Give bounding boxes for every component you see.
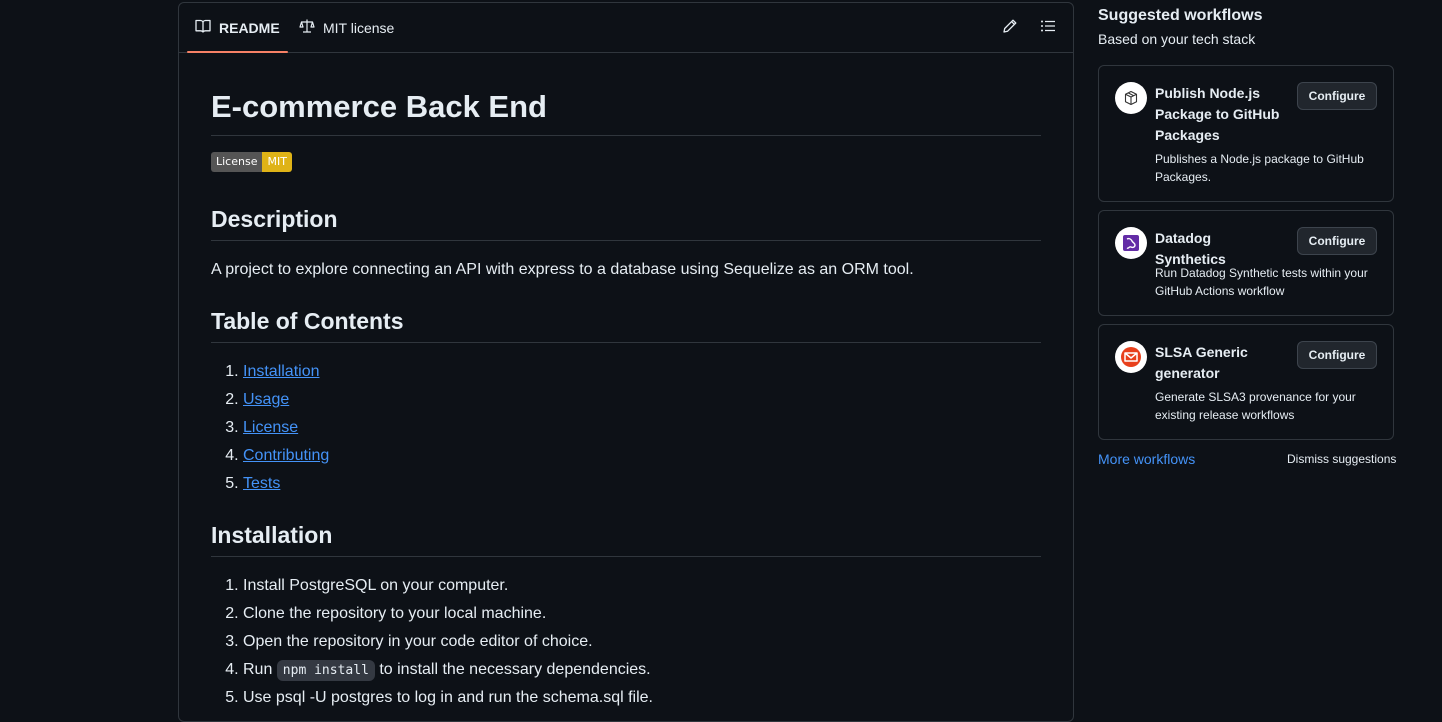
inline-code: npm install (276, 660, 375, 681)
toc-link-installation[interactable]: Installation (243, 363, 320, 380)
tab-readme[interactable]: README (187, 3, 288, 53)
toc-heading: Table of Contents (211, 306, 1041, 343)
readme-header: README MIT license (179, 3, 1073, 53)
list-item: Contributing (243, 442, 329, 470)
suggested-workflows-title: Suggested workflows (1098, 7, 1263, 24)
badge-label: License (211, 152, 263, 172)
badge-value: MIT (262, 152, 292, 172)
description-heading: Description (211, 204, 1041, 241)
step-text: to install the necessary dependencies. (374, 661, 651, 678)
toc-link-usage[interactable]: Usage (243, 391, 289, 408)
installation-heading: Installation (211, 520, 1041, 557)
workflow-description: Run Datadog Synthetic tests within your … (1155, 266, 1368, 298)
list-item: Run npm install to install the necessary… (243, 656, 653, 684)
installation-steps: Install PostgreSQL on your computer. Clo… (211, 572, 653, 712)
workflow-description: Publishes a Node.js package to GitHub Pa… (1155, 152, 1364, 184)
list-item: Tests (243, 470, 329, 498)
edit-file-button[interactable] (999, 17, 1021, 39)
tab-license-label: MIT license (323, 19, 395, 36)
dismiss-suggestions-button[interactable]: Dismiss suggestions (1287, 452, 1396, 466)
list-item: Usage (243, 386, 329, 414)
datadog-icon (1115, 227, 1147, 259)
readme-panel: README MIT license E-commerce Back End L… (178, 2, 1074, 722)
list-item: Use psql -U postgres to log in and run t… (243, 684, 653, 712)
configure-button[interactable]: Configure (1297, 82, 1377, 110)
workflow-name: SLSA Generic generator (1155, 344, 1248, 381)
workflow-card: Publish Node.js Package to GitHub Packag… (1098, 65, 1394, 202)
tab-readme-label: README (219, 19, 280, 36)
tab-mit-license[interactable]: MIT license (299, 3, 394, 52)
workflow-card: Datadog Synthetics Configure Run Datadog… (1098, 210, 1394, 316)
suggested-workflows-subtitle: Based on your tech stack (1098, 31, 1256, 47)
toc-list: Installation Usage License Contributing … (211, 358, 329, 498)
description-text: A project to explore connecting an API w… (211, 261, 914, 278)
list-item: Clone the repository to your local machi… (243, 600, 653, 628)
list-item: Install PostgreSQL on your computer. (243, 572, 653, 600)
outline-button[interactable] (1037, 17, 1059, 39)
list-unordered-icon (1040, 18, 1056, 39)
pencil-icon (1002, 18, 1018, 39)
workflow-description: Generate SLSA3 provenance for your exist… (1155, 390, 1356, 422)
configure-button[interactable]: Configure (1297, 341, 1377, 369)
list-item: Installation (243, 358, 329, 386)
toc-link-license[interactable]: License (243, 419, 298, 436)
workflow-card: SLSA Generic generator Configure Generat… (1098, 324, 1394, 440)
toc-link-contributing[interactable]: Contributing (243, 447, 329, 464)
step-text: Run (243, 661, 277, 678)
list-item: Open the repository in your code editor … (243, 628, 653, 656)
more-workflows-link[interactable]: More workflows (1098, 451, 1195, 467)
book-icon (195, 18, 219, 37)
workflow-name: Publish Node.js Package to GitHub Packag… (1155, 85, 1280, 143)
readme-title: E-commerce Back End (211, 89, 1041, 136)
scale-icon (299, 18, 323, 37)
toc-link-tests[interactable]: Tests (243, 475, 280, 492)
package-icon (1115, 82, 1147, 114)
list-item: License (243, 414, 329, 442)
license-badge[interactable]: License MIT (211, 152, 292, 172)
configure-button[interactable]: Configure (1297, 227, 1377, 255)
slsa-icon (1115, 341, 1147, 373)
